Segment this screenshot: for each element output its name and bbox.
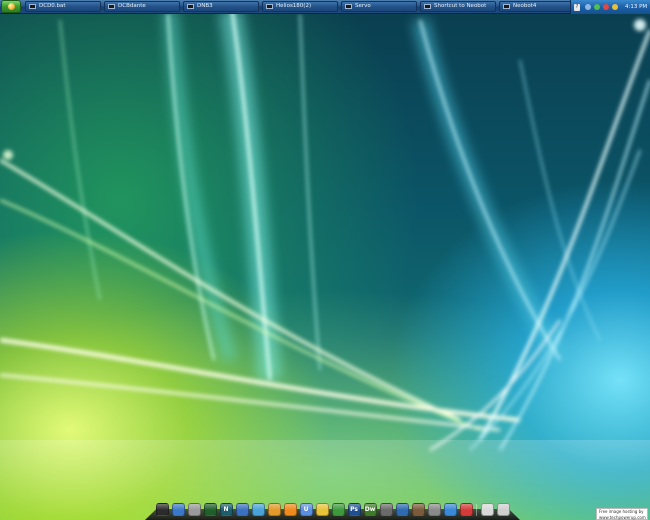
taskbar: DCD0.bat DCBdante DNB3 Helios180(2) Serv… [0,0,650,14]
photo-icon[interactable] [411,503,425,516]
status-red-icon[interactable] [603,4,609,10]
hosting-credit-line2: www.techpowerup.com [599,514,646,520]
desktop-wallpaper [0,0,650,520]
app-icon-blue-u[interactable]: U [299,503,313,516]
ical-icon[interactable] [459,503,473,516]
console-icon [108,3,115,9]
help-icon[interactable]: ? [574,3,580,11]
task-label: Shortcut to Neobot [434,2,487,9]
firefox-icon[interactable] [235,503,249,516]
task-label: DCBdante [118,2,146,9]
task-button-helios[interactable]: Helios180(2) [262,0,338,12]
console-icon [29,3,36,9]
volume-icon[interactable] [612,4,618,10]
console-icon [345,3,352,9]
terminal-icon[interactable] [203,503,217,516]
windows-logo-icon [7,3,15,10]
calculator-icon[interactable] [379,503,393,516]
dock: N U Ps Dw [145,498,520,520]
wallpaper-light-streaks [0,8,650,520]
finder-icon[interactable] [171,503,185,516]
app-icon-orange[interactable] [283,503,297,516]
task-buttons: DCD0.bat DCBdante DNB3 Helios180(2) Serv… [25,0,578,13]
task-label: DCD0.bat [39,2,66,9]
dock-separator [476,504,477,516]
app-icon-green[interactable] [331,503,345,516]
settings-icon[interactable] [427,503,441,516]
console-icon [187,3,194,9]
task-button-shortcut-neobot[interactable]: Shortcut to Neobot [420,0,496,12]
app-icon-globe[interactable] [315,503,329,516]
start-button[interactable] [1,0,21,13]
task-button-dcbdante[interactable]: DCBdante [104,0,180,12]
hosting-credit: Free image hosting by www.techpowerup.co… [596,508,648,520]
console-icon [424,3,431,9]
folder-icon[interactable] [267,503,281,516]
system-tray: ? 4:13 PM [570,0,650,14]
task-button-dnb3[interactable]: DNB3 [183,0,259,12]
activity-monitor-icon[interactable] [155,503,169,516]
photoshop-icon[interactable]: Ps [347,503,361,516]
safari-icon[interactable] [443,503,457,516]
task-label: DNB3 [197,2,213,9]
netscape-icon[interactable]: N [219,503,233,516]
console-icon [503,3,510,9]
task-button-dcd0[interactable]: DCD0.bat [25,0,101,12]
messenger-icon[interactable] [251,503,265,516]
task-label: Neobot4 [513,2,537,9]
clock[interactable]: 4:13 PM [625,4,647,10]
trash-icon[interactable] [496,503,510,516]
dreamweaver-icon[interactable]: Dw [363,503,377,516]
ipod-icon[interactable] [480,503,494,516]
task-button-neobot4[interactable]: Neobot4 [499,0,575,12]
console-icon [266,3,273,9]
task-label: Helios180(2) [276,2,312,9]
hosting-credit-line1: Free image hosting by [599,509,644,514]
task-button-servo[interactable]: Servo [341,0,417,12]
printer-icon[interactable] [187,503,201,516]
network-icon[interactable] [585,4,591,10]
media-icon[interactable] [395,503,409,516]
task-label: Servo [355,2,371,9]
status-green-icon[interactable] [594,4,600,10]
